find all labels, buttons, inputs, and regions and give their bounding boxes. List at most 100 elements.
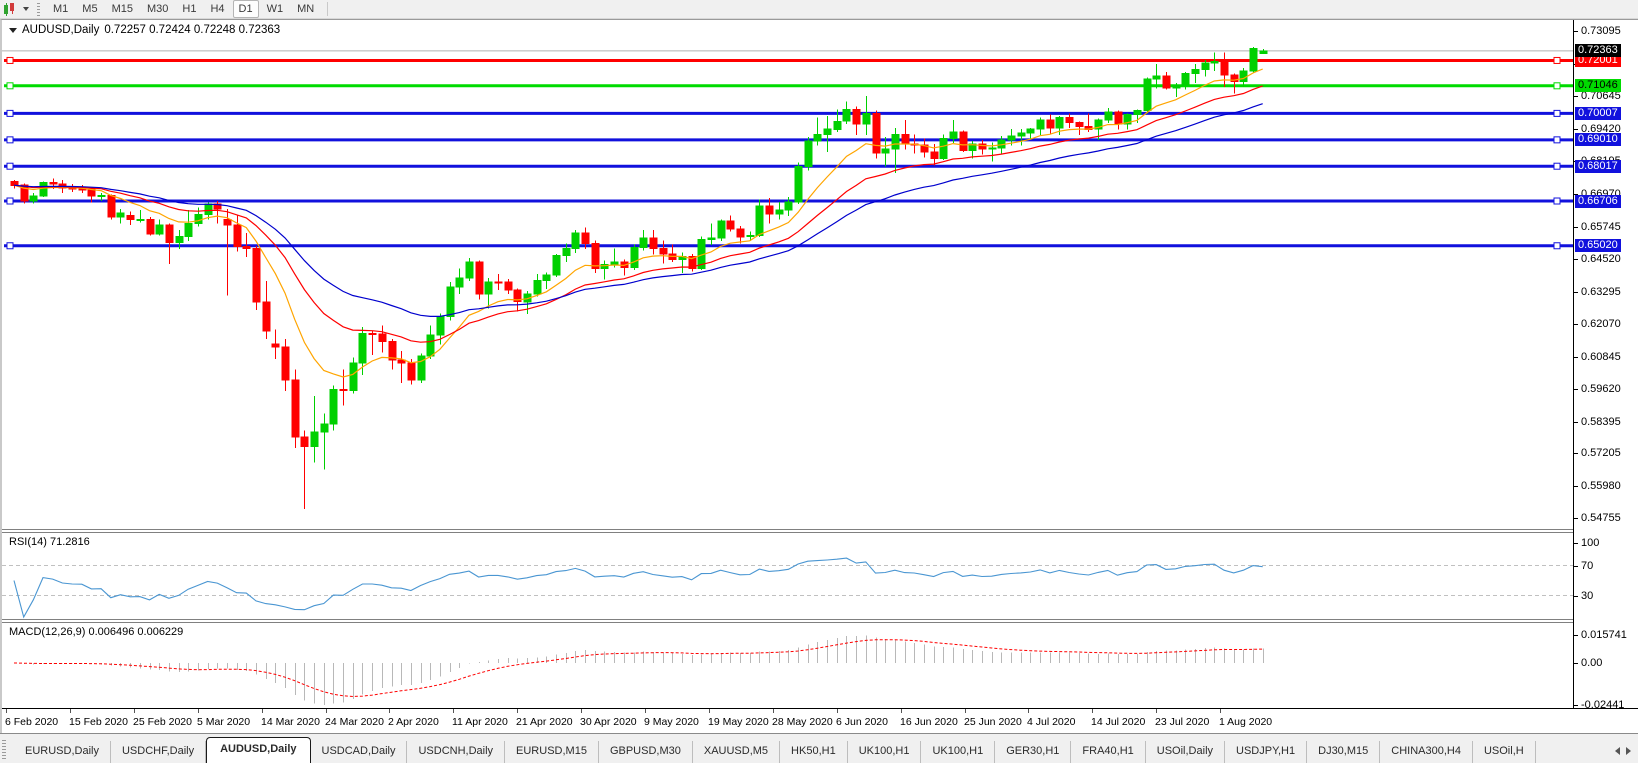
axis-tick [1574,543,1578,544]
chart-tab-uk100-h1[interactable]: UK100,H1 [921,741,995,763]
line-handle[interactable] [1554,110,1560,116]
chart-tab-eurusd-daily[interactable]: EURUSD,Daily [14,741,111,763]
line-handle[interactable] [1554,243,1560,249]
line-handle[interactable] [7,163,13,169]
line-handle[interactable] [1554,57,1560,63]
timeframe-button-h1[interactable]: H1 [176,0,202,18]
chart-tab-uk100-h1[interactable]: UK100,H1 [848,741,922,763]
rsi-tick-label: 100 [1581,538,1599,549]
date-tick [262,709,263,713]
timeframe-button-h4[interactable]: H4 [204,0,230,18]
axis-tick [1574,227,1578,228]
chart-tab-usdjpy-h1[interactable]: USDJPY,H1 [1225,741,1307,763]
tab-bar-grip [2,740,6,760]
price-tick-label: 0.58395 [1581,417,1621,428]
chart-tab-usoil-daily[interactable]: USOil,Daily [1146,741,1225,763]
date-tick-label: 11 Apr 2020 [452,716,508,728]
date-tick-label: 5 Mar 2020 [197,716,250,728]
axis-tick [1574,422,1578,423]
candlestick-chart-icon[interactable] [3,3,19,16]
hline-price-badge: 0.65020 [1575,239,1621,252]
axis-tick [1574,566,1578,567]
chart-tab-fra40-h1[interactable]: FRA40,H1 [1071,741,1145,763]
chart-tab-eurusd-m15[interactable]: EURUSD,M15 [505,741,599,763]
axis-tick [1574,357,1578,358]
chart-tab-usdchf-daily[interactable]: USDCHF,Daily [111,741,206,763]
current-price-badge: 0.72363 [1575,44,1621,57]
price-axis: 0.730950.718700.706450.694200.681950.669… [1574,20,1638,708]
candlesticks [11,47,1267,509]
date-tick [709,709,710,713]
chart-tab-gbpusd-m30[interactable]: GBPUSD,M30 [599,741,693,763]
scroll-tabs-left-icon[interactable] [1615,747,1620,755]
chart-window: AUDUSD,Daily 0.72257 0.72424 0.72248 0.7… [0,19,1638,733]
axis-tick [1574,596,1578,597]
date-tick [1092,709,1093,713]
date-tick [134,709,135,713]
line-handle[interactable] [7,243,13,249]
axis-tick [1574,518,1578,519]
price-tick-label: 0.59620 [1581,384,1621,395]
timeframe-button-mn[interactable]: MN [291,0,320,18]
chart-tab-usdcad-daily[interactable]: USDCAD,Daily [311,741,408,763]
price-tick-label: 0.73095 [1581,26,1621,37]
timeframe-button-m15[interactable]: M15 [106,0,139,18]
price-chart-pane [2,20,1573,529]
chart-tab-ger30-h1[interactable]: GER30,H1 [995,741,1071,763]
chart-type-dropdown-caret-icon[interactable] [23,7,29,11]
date-tick-label: 16 Jun 2020 [900,716,958,728]
pane-splitter[interactable] [2,532,1638,533]
mt4-application-window: M1M5M15M30H1H4D1W1MN AUDUSD,Daily 0.7225… [0,0,1638,763]
chart-tab-china300-h4[interactable]: CHINA300,H4 [1380,741,1473,763]
chart-tab-dj30-m15[interactable]: DJ30,M15 [1307,741,1380,763]
date-tick-label: 23 Jul 2020 [1155,716,1209,728]
price-tick-label: 0.55980 [1581,481,1621,492]
chart-tab-hk50-h1[interactable]: HK50,H1 [780,741,848,763]
line-handle[interactable] [7,110,13,116]
scroll-tabs-right-icon[interactable] [1626,747,1631,755]
line-handle[interactable] [7,83,13,89]
macd-tick-label: 0.00 [1581,658,1602,669]
date-tick [326,709,327,713]
line-handle[interactable] [1554,83,1560,89]
line-handle[interactable] [1554,198,1560,204]
line-handle[interactable] [7,57,13,63]
chart-tab-audusd-daily[interactable]: AUDUSD,Daily [206,737,310,763]
line-handle[interactable] [7,137,13,143]
rsi-tick-label: 70 [1581,561,1593,572]
date-tick-label: 6 Jun 2020 [836,716,888,728]
timeframe-button-m1[interactable]: M1 [47,0,74,18]
date-tick [837,709,838,713]
timeframe-button-m5[interactable]: M5 [76,0,103,18]
axis-tick [1574,129,1578,130]
price-tick-label: 0.65745 [1581,222,1621,233]
chart-tab-xauusd-m5[interactable]: XAUUSD,M5 [693,741,780,763]
date-tick-label: 24 Mar 2020 [325,716,384,728]
chart-tab-usoil-h[interactable]: USOil,H [1473,741,1536,763]
chart-tab-usdcnh-daily[interactable]: USDCNH,Daily [407,741,505,763]
toolbar-separator [327,2,328,16]
date-tick-label: 4 Jul 2020 [1027,716,1075,728]
timeframe-button-d1[interactable]: D1 [233,0,259,18]
timeframe-button-m30[interactable]: M30 [141,0,174,18]
price-tick-label: 0.62070 [1581,319,1621,330]
date-tick-label: 28 May 2020 [772,716,833,728]
pane-splitter[interactable] [2,622,1638,623]
price-tick-label: 0.57205 [1581,448,1621,459]
date-tick-label: 15 Feb 2020 [69,716,128,728]
timeframe-button-w1[interactable]: W1 [261,0,290,18]
date-axis: 6 Feb 202015 Feb 202025 Feb 20205 Mar 20… [2,708,1638,734]
line-handle[interactable] [1554,163,1560,169]
date-tick-label: 6 Feb 2020 [5,716,58,728]
hline-price-badge: 0.66706 [1575,195,1621,208]
line-handle[interactable] [1554,137,1560,143]
date-tick-label: 9 May 2020 [644,716,699,728]
date-tick [1156,709,1157,713]
axis-tick [1574,663,1578,664]
toolbar-grip[interactable] [37,3,40,16]
price-tick-label: 0.54755 [1581,513,1621,524]
date-tick-label: 14 Mar 2020 [261,716,320,728]
collapse-indicator-icon[interactable] [9,28,17,33]
line-handle[interactable] [7,198,13,204]
axis-tick [1574,453,1578,454]
